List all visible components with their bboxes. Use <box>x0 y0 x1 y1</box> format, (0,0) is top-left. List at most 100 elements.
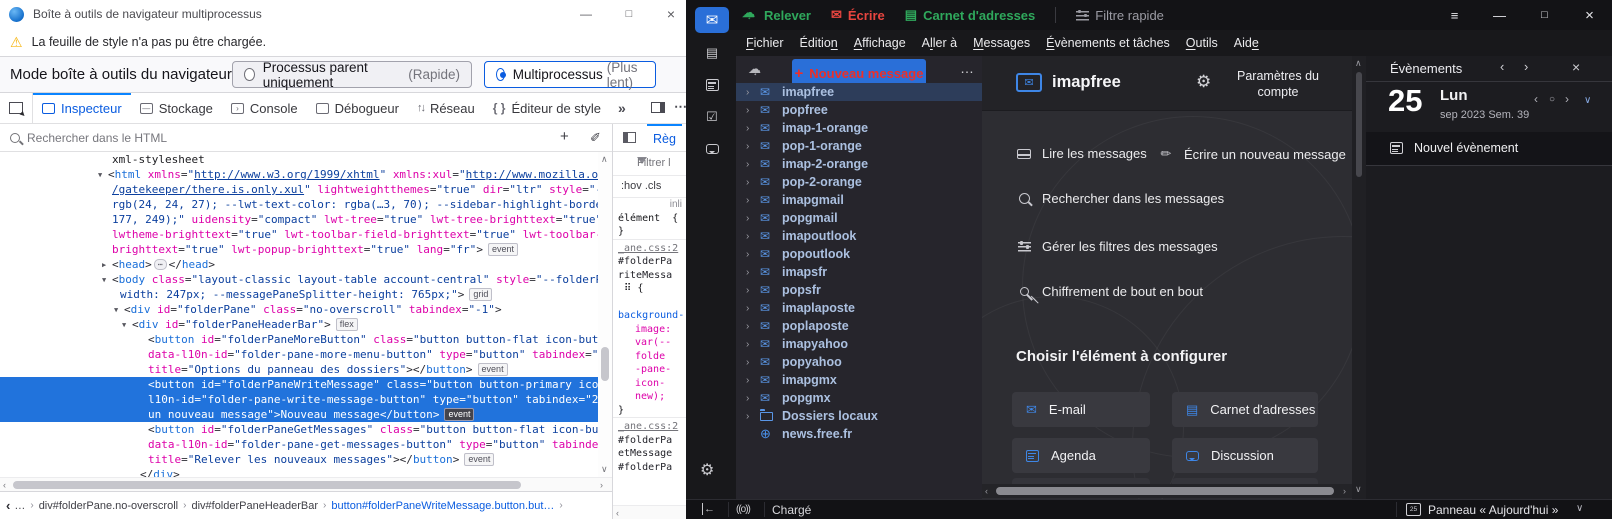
chevron-expand-icon[interactable]: › <box>746 375 756 386</box>
minimize-button[interactable]: — <box>570 0 602 28</box>
scroll-right-icon[interactable]: › <box>1343 486 1346 496</box>
scroll-up-icon[interactable]: ∧ <box>1355 58 1362 69</box>
more-tabs-button[interactable]: » <box>610 93 634 123</box>
scroll-left-icon[interactable]: ‹ <box>616 508 619 518</box>
tab-stockage[interactable]: — Stockage <box>131 93 222 123</box>
space-calendar-button[interactable] <box>695 72 729 98</box>
folder-row-imap-1-orange[interactable]: › ✉ imap-1-orange <box>736 119 982 137</box>
folder-row-imap-2-orange[interactable]: › ✉ imap-2-orange <box>736 155 982 173</box>
app-menu-icon[interactable]: ≡ <box>1432 0 1477 30</box>
toolbar-relever[interactable]: Relever <box>742 5 811 23</box>
markup-view[interactable]: xml-stylesheet ▼ <html xmlns="http://www.w… <box>0 152 598 477</box>
chevron-expand-icon[interactable]: › <box>746 411 756 422</box>
menu-outils[interactable]: Outils <box>1178 36 1226 50</box>
folder-row-news-free-fr[interactable]: ⊕ news.free.fr <box>736 425 982 443</box>
minimize-button[interactable]: — <box>1477 0 1522 30</box>
folder-pane-options-icon[interactable]: … <box>960 60 975 76</box>
markup-line[interactable]: <button id="folderPaneWriteMessage" clas… <box>0 377 598 392</box>
settings-gear-icon[interactable]: ⚙ <box>700 460 714 480</box>
markup-line[interactable]: l10n-id="folder-pane-write-message-butto… <box>0 392 598 407</box>
rules-filter-input[interactable]: Filtrer l <box>613 152 686 176</box>
chevron-expand-icon[interactable]: › <box>746 213 756 224</box>
collapse-icon[interactable]: ▼ <box>98 168 102 183</box>
link-gerer-les-filtres-des-messages[interactable]: Gérer les filtres des messages <box>1016 239 1218 254</box>
folder-row-popgmx[interactable]: › ✉ popgmx <box>736 389 982 407</box>
folder-row-imapsfr[interactable]: › ✉ imapsfr <box>736 263 982 281</box>
next-day-icon[interactable]: › <box>1565 92 1569 106</box>
central-vscrollbar[interactable]: ∧ ∨ <box>1352 56 1366 499</box>
close-button[interactable]: × <box>1567 0 1612 30</box>
collapse-spaces-icon[interactable]: ← <box>702 503 715 515</box>
badge-flex[interactable]: flex <box>335 318 358 331</box>
prev-day-icon[interactable]: ‹ <box>1534 92 1538 106</box>
markup-hscrollbar[interactable]: ‹ › <box>0 477 612 491</box>
expand-icon[interactable]: ∨ <box>1584 95 1591 106</box>
config-carnet-d-adresses-button[interactable]: ▤ Carnet d'adresses <box>1172 392 1318 427</box>
tab-console[interactable]: › Console <box>222 93 307 123</box>
maximize-button[interactable]: □ <box>613 0 645 28</box>
maximize-button[interactable]: □ <box>1522 0 1567 30</box>
config-discussion-button[interactable]: Discussion <box>1172 438 1318 473</box>
markup-line[interactable]: ▼ <div id="folderPane" class="no-overscro… <box>0 302 598 317</box>
dock-side-icon[interactable] <box>651 102 665 113</box>
scroll-down-icon[interactable]: ∨ <box>601 464 608 475</box>
today-panel-toggle[interactable]: Panneau « Aujourd'hui » <box>1428 503 1558 517</box>
space-addressbook-button[interactable]: ▤ <box>695 40 729 66</box>
account-settings-link[interactable]: Paramètres du compte <box>1222 68 1334 101</box>
rules-hscrollbar[interactable]: ‹ <box>613 505 686 519</box>
pseudo-class-toggles[interactable]: :hov .cls <box>613 176 686 198</box>
scroll-thumb[interactable] <box>1356 72 1362 177</box>
link-lire-les-messages[interactable]: Lire les messages <box>1016 146 1147 161</box>
link-chiffrement-de-bout-en-bout[interactable]: Chiffrement de bout en bout <box>1016 284 1203 299</box>
chevron-expand-icon[interactable]: › <box>746 141 756 152</box>
menu-fichier[interactable]: Fichier <box>738 36 792 50</box>
space-mail-button[interactable]: ✉ <box>695 7 729 33</box>
collapse-icon[interactable]: ▼ <box>122 318 126 333</box>
markup-line[interactable]: <button id="folderPaneMoreButton" class=… <box>0 332 598 347</box>
scroll-right-icon[interactable]: › <box>600 480 603 490</box>
breadcrumb-back-icon[interactable]: ‹ <box>6 498 10 513</box>
link-ecrire-un-nouveau-message[interactable]: ✏ Écrire un nouveau message <box>1158 146 1346 162</box>
tab-debogueur[interactable]: Débogueur <box>307 93 408 123</box>
scroll-up-icon[interactable]: ∧ <box>601 154 608 165</box>
eyedropper-icon[interactable]: ✐ <box>590 130 601 146</box>
scroll-thumb[interactable] <box>601 347 609 381</box>
expand-icon[interactable]: ▶ <box>102 258 106 273</box>
markup-line[interactable]: </div> <box>0 467 598 477</box>
scroll-left-icon[interactable]: ‹ <box>3 480 6 490</box>
config-agenda-button[interactable]: Agenda <box>1012 438 1150 473</box>
menu-evenements-et-taches[interactable]: Évènements et tâches <box>1038 36 1178 50</box>
close-icon[interactable]: × <box>1572 59 1580 75</box>
chevron-expand-icon[interactable]: › <box>746 87 756 98</box>
scroll-down-icon[interactable]: ∨ <box>1355 484 1362 495</box>
markup-line[interactable]: ▼ <div id="folderPaneHeaderBar"> flex <box>0 317 598 332</box>
markup-line[interactable]: /gatekeeper/there.is.only.xul" lightweig… <box>0 182 598 197</box>
chevron-expand-icon[interactable]: › <box>746 249 756 260</box>
chevron-down-icon[interactable]: ∨ <box>1576 503 1583 514</box>
config-e-mail-button[interactable]: ✉ E-mail <box>1012 392 1150 427</box>
markup-line[interactable]: ▼ <body class="layout-classic layout-tabl… <box>0 272 598 287</box>
badge-event[interactable]: event <box>444 408 475 421</box>
collapsed-content-icon[interactable]: ⋯ <box>153 259 167 270</box>
html-search-bar[interactable]: Rechercher dans le HTML + ✐ <box>0 124 612 152</box>
folder-row-dossiers-locaux[interactable]: › Dossiers locaux <box>736 407 982 425</box>
markup-line[interactable]: data-l10n-id="folder-pane-get-messages-b… <box>0 437 598 452</box>
folder-row-pop-1-orange[interactable]: › ✉ pop-1-orange <box>736 137 982 155</box>
collapse-icon[interactable]: ▼ <box>114 303 118 318</box>
central-hscrollbar[interactable]: ‹ › <box>982 484 1352 498</box>
folder-row-imapfree[interactable]: › ✉ imapfree <box>736 83 982 101</box>
markup-line[interactable]: rgb(24, 24, 27); --lwt-text-color: rgba(… <box>0 197 598 212</box>
chevron-expand-icon[interactable]: › <box>746 105 756 116</box>
tab-reseau[interactable]: ↑↓ Réseau <box>408 93 484 123</box>
stylesheet-link[interactable]: _ane.css:2 <box>613 238 686 256</box>
chevron-expand-icon[interactable]: › <box>746 177 756 188</box>
chevron-expand-icon[interactable]: › <box>746 123 756 134</box>
markup-line[interactable]: xml-stylesheet <box>0 152 598 167</box>
chevron-expand-icon[interactable]: › <box>746 285 756 296</box>
account-settings-icon[interactable]: ⚙ <box>1196 72 1211 92</box>
chevron-expand-icon[interactable]: › <box>746 159 756 170</box>
breadcrumb-item[interactable]: … <box>14 500 25 512</box>
menu-messages[interactable]: Messages <box>965 36 1038 50</box>
folder-row-poplaposte[interactable]: › ✉ poplaposte <box>736 317 982 335</box>
folder-row-imaplaposte[interactable]: › ✉ imaplaposte <box>736 299 982 317</box>
